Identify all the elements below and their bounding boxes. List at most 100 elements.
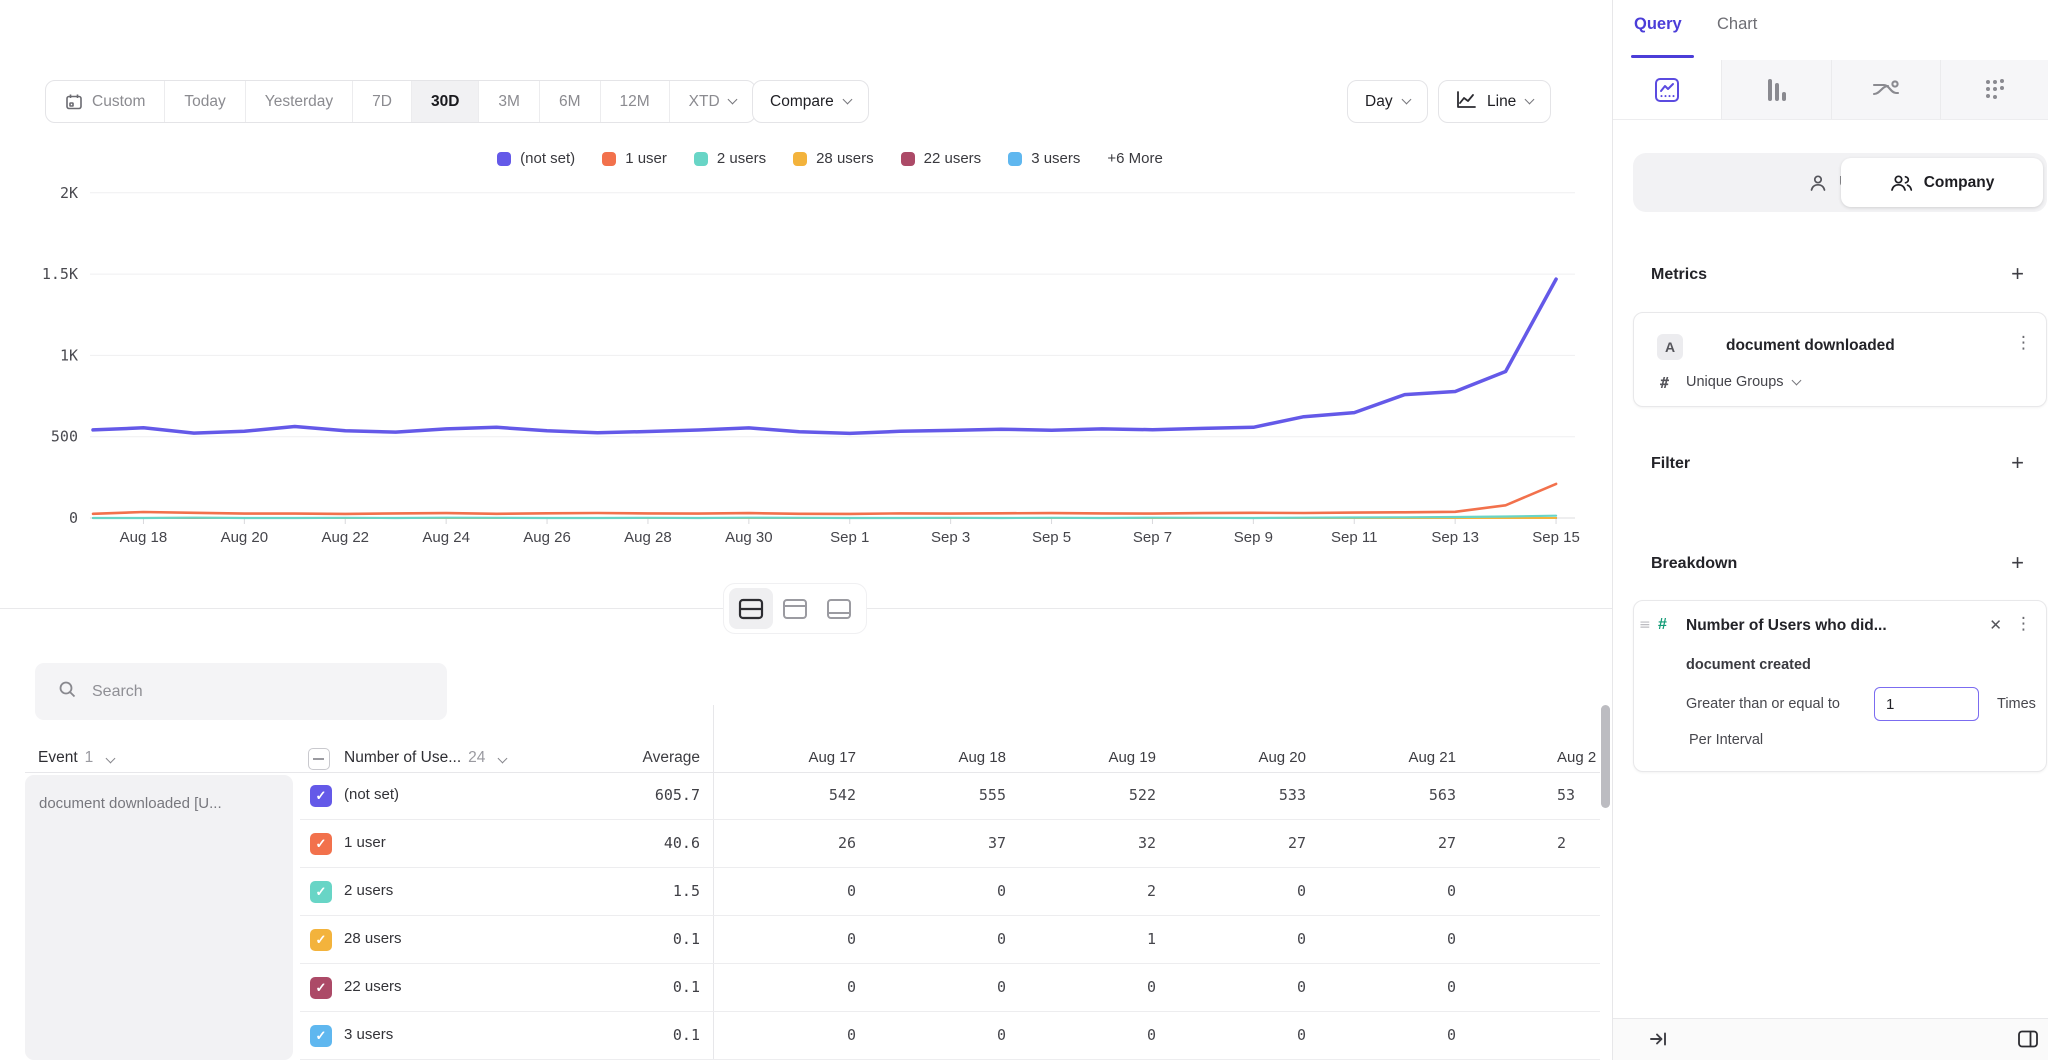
layout-toggle-panel-bottom[interactable] — [817, 588, 861, 629]
cell-value: 0 — [1156, 1026, 1306, 1044]
metric-name: document downloaded — [1726, 337, 1895, 355]
chart-type-bar-chart[interactable] — [1722, 60, 1831, 119]
cell-value: 0 — [1006, 1026, 1156, 1044]
series-checkbox[interactable]: ✓ — [310, 785, 332, 807]
layout-toggle-panel-top[interactable] — [773, 588, 817, 629]
kebab-menu-icon[interactable]: ⋮ — [2015, 335, 2032, 352]
svg-text:Aug 22: Aug 22 — [321, 529, 369, 546]
cell-value: 0 — [1006, 978, 1156, 996]
cell-value: 563 — [1306, 786, 1456, 804]
cell-value: 0 — [706, 978, 856, 996]
breakdown-hash-icon: # — [1658, 616, 1667, 634]
chevron-down-icon — [105, 754, 115, 764]
cell-value: 37 — [856, 834, 1006, 852]
measure-label: Unique Groups — [1686, 374, 1784, 390]
date-column-header: Aug 18 — [856, 749, 1006, 766]
svg-text:500: 500 — [51, 428, 78, 446]
add-breakdown-button[interactable]: + — [2011, 552, 2024, 574]
cell-value: 2 — [1456, 834, 1606, 852]
cell-value: 53 — [1456, 786, 1606, 804]
cell-value: 0 — [1156, 978, 1306, 996]
series-header-label: Number of Use... — [344, 749, 461, 766]
series-label: (not set) — [344, 786, 399, 803]
average-value: 605.7 — [530, 786, 700, 804]
svg-text:1K: 1K — [60, 346, 78, 364]
svg-text:Aug 26: Aug 26 — [523, 529, 571, 546]
series-column-header[interactable]: Number of Use...24 — [344, 749, 506, 767]
entity-option-company[interactable]: Company — [1841, 158, 2043, 207]
event-header-label: Event — [38, 749, 78, 766]
breakdown-value-input[interactable] — [1874, 687, 1979, 721]
sidebar-toggle-icon[interactable] — [2016, 1027, 2040, 1056]
svg-text:2K: 2K — [60, 184, 78, 202]
series-checkbox[interactable]: ✓ — [310, 833, 332, 855]
filter-heading: Filter — [1651, 455, 1690, 473]
drag-handle-icon[interactable]: ≡ — [1639, 617, 1651, 633]
line-chart-icon — [1653, 76, 1681, 104]
select-all-checkbox[interactable] — [308, 748, 330, 770]
measure-selector[interactable]: Unique Groups — [1686, 374, 1800, 390]
series-checkbox[interactable]: ✓ — [310, 881, 332, 903]
cell-value: 0 — [856, 978, 1006, 996]
series-checkbox[interactable]: ✓ — [310, 1025, 332, 1047]
svg-text:0: 0 — [69, 509, 78, 527]
bar-chart-icon — [1762, 76, 1790, 104]
cell-value: 32 — [1006, 834, 1156, 852]
cell-value: 542 — [706, 786, 856, 804]
event-count: 1 — [85, 749, 94, 766]
collapse-panel-icon[interactable] — [1649, 1029, 1669, 1054]
svg-text:Aug 28: Aug 28 — [624, 529, 672, 546]
kebab-menu-icon[interactable]: ⋮ — [2015, 616, 2032, 633]
cell-value: 0 — [1306, 978, 1456, 996]
date-column-header: Aug 19 — [1006, 749, 1156, 766]
panel-bottom-icon — [826, 597, 852, 621]
chart-type-flow-chart[interactable] — [1832, 60, 1941, 119]
chart-type-line-chart[interactable] — [1613, 60, 1722, 119]
average-value: 0.1 — [530, 930, 700, 948]
series-label: 22 users — [344, 978, 402, 995]
flow-chart-icon — [1871, 77, 1901, 103]
cell-value: 533 — [1156, 786, 1306, 804]
breakdown-unit-label: Times — [1997, 696, 2036, 712]
average-value: 1.5 — [530, 882, 700, 900]
tab-query[interactable]: Query — [1634, 15, 1682, 34]
cell-value: 0 — [1156, 930, 1306, 948]
cell-value: 27 — [1156, 834, 1306, 852]
measure-hash-icon: # — [1660, 374, 1669, 392]
event-column-header[interactable]: Event 1 — [38, 749, 114, 767]
cell-value: 0 — [856, 1026, 1006, 1044]
tab-chart[interactable]: Chart — [1717, 15, 1757, 34]
search-input[interactable] — [92, 683, 422, 701]
analytics-dashboard: CustomTodayYesterday7D30D3M6M12MXTD Comp… — [0, 0, 2048, 1060]
cell-value: 0 — [856, 882, 1006, 900]
breakdown-condition-label: Greater than or equal to — [1686, 696, 1840, 712]
cell-value: 0 — [1156, 882, 1306, 900]
cell-value: 0 — [706, 882, 856, 900]
series-label: 1 user — [344, 834, 386, 851]
date-column-header: Aug 20 — [1156, 749, 1306, 766]
cell-value: 0 — [706, 930, 856, 948]
add-filter-button[interactable]: + — [2011, 452, 2024, 474]
event-row[interactable]: document downloaded [U... — [25, 775, 293, 1060]
series-checkbox[interactable]: ✓ — [310, 977, 332, 999]
query-panel: QueryChart UserCompany Metrics + A docum… — [1612, 0, 2048, 1060]
svg-text:Sep 13: Sep 13 — [1431, 529, 1479, 546]
metric-card[interactable]: A document downloaded ⋮ # Unique Groups — [1633, 312, 2047, 407]
chevron-down-icon — [497, 754, 507, 764]
svg-text:Sep 1: Sep 1 — [830, 529, 869, 546]
cell-value: 0 — [1306, 930, 1456, 948]
series-checkbox[interactable]: ✓ — [310, 929, 332, 951]
layout-toggle-group — [724, 584, 866, 633]
average-value: 0.1 — [530, 978, 700, 996]
cell-value: 0 — [1306, 882, 1456, 900]
table-scrollbar[interactable] — [1601, 705, 1610, 808]
add-metric-button[interactable]: + — [2011, 263, 2024, 285]
layout-toggle-split-rows[interactable] — [729, 588, 773, 629]
cell-value: 0 — [706, 1026, 856, 1044]
line-chart[interactable]: 05001K1.5K2KAug 18Aug 20Aug 22Aug 24Aug … — [0, 0, 1612, 612]
svg-text:1.5K: 1.5K — [42, 265, 78, 283]
breakdown-per-interval-label: Per Interval — [1689, 732, 1763, 748]
cell-value: 1 — [1006, 930, 1156, 948]
close-icon[interactable]: ✕ — [1989, 616, 2002, 634]
chart-type-matrix-chart[interactable] — [1941, 60, 2048, 119]
